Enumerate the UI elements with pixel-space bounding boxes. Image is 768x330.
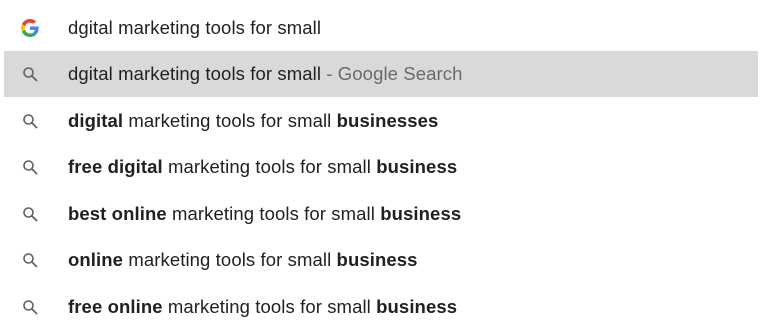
suggestion-label: digital marketing tools for small busine… (68, 110, 438, 132)
suggestion-bold-prefix: free online (68, 296, 163, 317)
search-icon (20, 157, 40, 177)
search-icon (20, 297, 40, 317)
suggestion-middle: marketing tools for small (166, 203, 381, 224)
suggestion-bold-prefix: digital (68, 110, 124, 131)
omnibox-suggestion-dropdown: dgital marketing tools for small dgital … (0, 0, 768, 325)
suggestion-item[interactable]: digital marketing tools for small busine… (4, 98, 758, 144)
search-icon (20, 204, 40, 224)
google-g-icon (20, 18, 40, 38)
suggestion-label: online marketing tools for small busines… (68, 249, 418, 271)
suggestion-bold-prefix: free digital (68, 156, 163, 177)
suggestion-middle: marketing tools for small (123, 249, 337, 270)
suggestion-label: free digital marketing tools for small b… (68, 156, 457, 178)
suggestion-middle: marketing tools for small (162, 156, 377, 177)
search-icon (20, 250, 40, 270)
suggestion-middle: marketing tools for small (162, 296, 377, 317)
suggestion-google-search[interactable]: dgital marketing tools for small - Googl… (4, 51, 758, 97)
suggestion-suffix: - Google Search (321, 63, 463, 84)
suggestion-item[interactable]: best online marketing tools for small bu… (4, 191, 758, 237)
suggestion-item[interactable]: online marketing tools for small busines… (4, 237, 758, 283)
omnibox-input-text: dgital marketing tools for small (68, 17, 322, 38)
suggestion-bold-suffix: business (376, 296, 458, 317)
suggestion-bold-prefix: best online (68, 203, 167, 224)
suggestion-label: free online marketing tools for small bu… (68, 296, 457, 318)
suggestion-bold-suffix: business (336, 249, 418, 270)
suggestion-bold-suffix: business (380, 203, 462, 224)
suggestion-bold-suffix: businesses (336, 110, 439, 131)
suggestion-item[interactable]: free online marketing tools for small bu… (4, 284, 758, 330)
suggestion-middle: marketing tools for small (123, 110, 337, 131)
suggestion-label: best online marketing tools for small bu… (68, 203, 461, 225)
suggestion-item[interactable]: free digital marketing tools for small b… (4, 144, 758, 190)
suggestion-label: dgital marketing tools for small - Googl… (68, 63, 463, 85)
search-icon (20, 64, 40, 84)
suggestion-bold-suffix: business (376, 156, 458, 177)
omnibox-input-row[interactable]: dgital marketing tools for small (4, 5, 758, 51)
search-icon (20, 111, 40, 131)
suggestion-bold-prefix: online (68, 249, 124, 270)
suggestion-query: dgital marketing tools for small (68, 63, 322, 84)
